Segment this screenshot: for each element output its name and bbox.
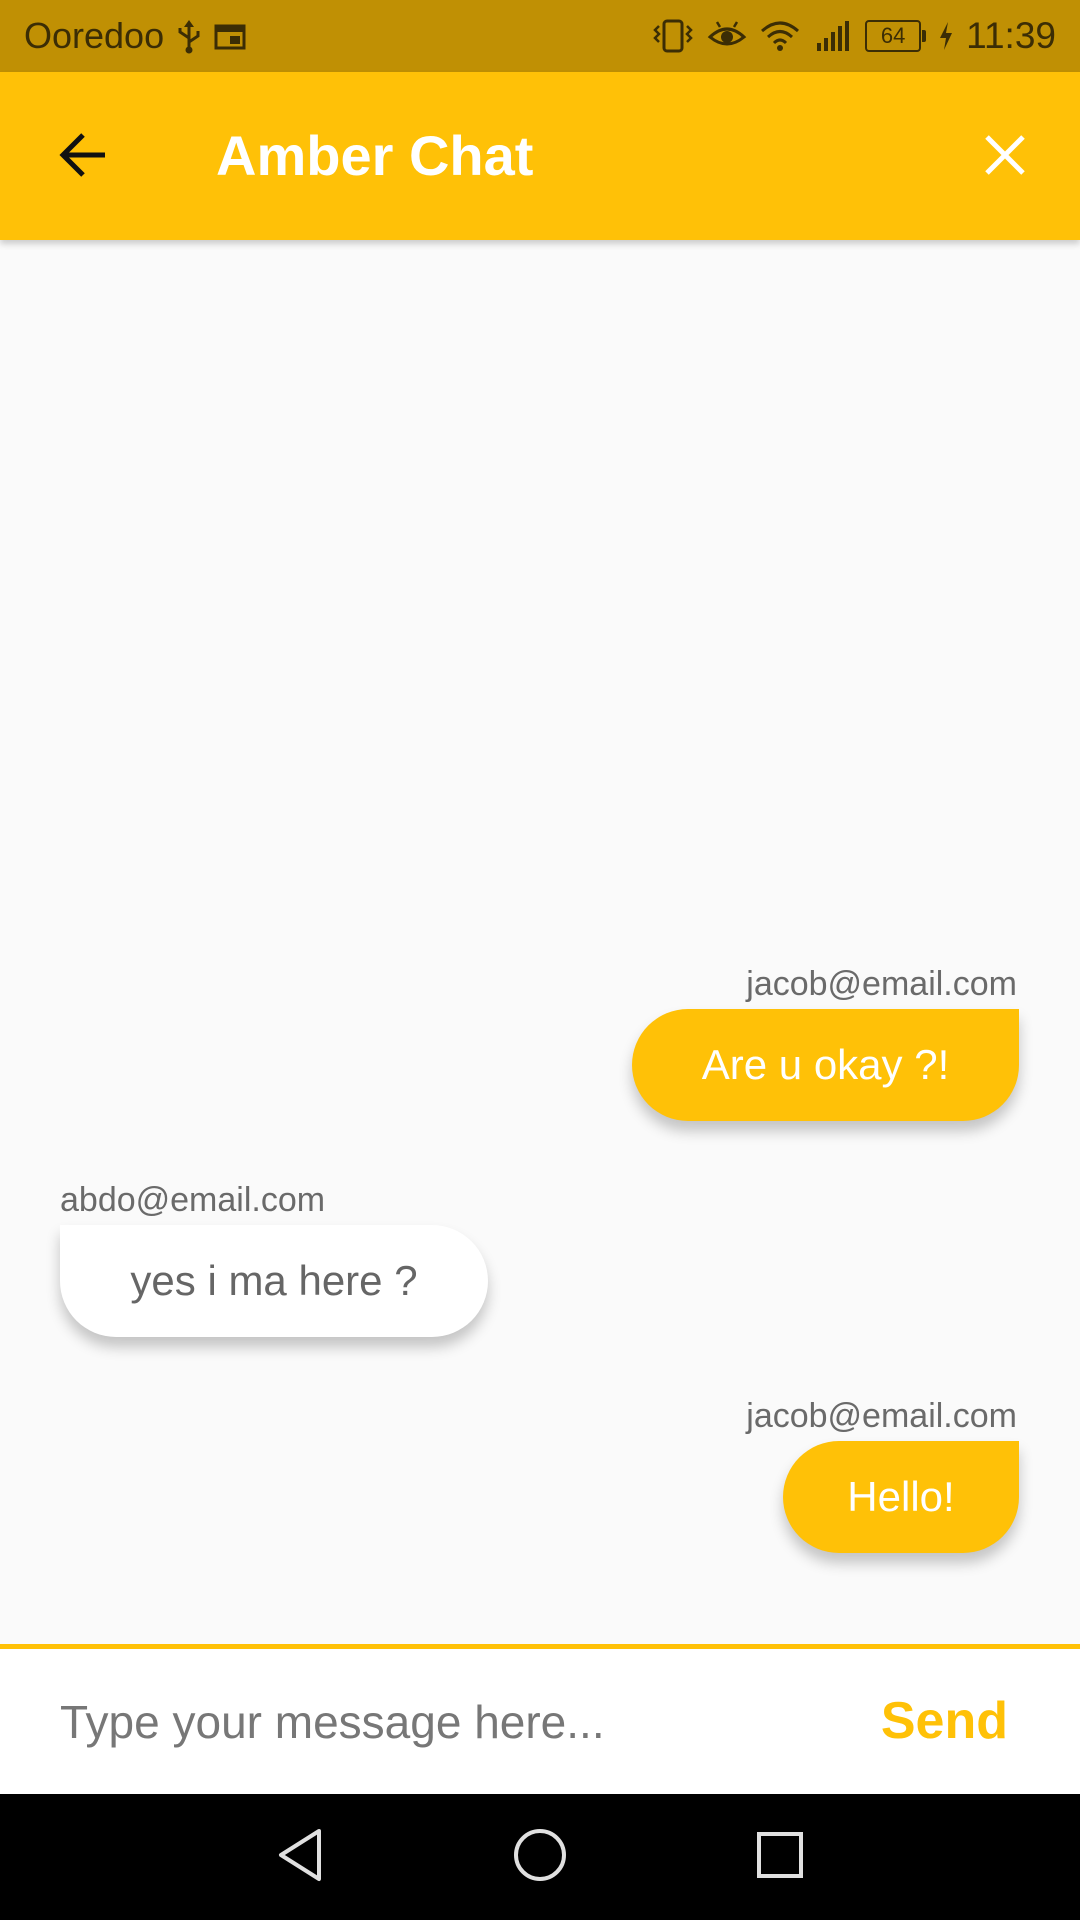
arrow-back-icon: [57, 131, 109, 184]
battery-icon: 64: [865, 20, 927, 52]
battery-level: 64: [865, 20, 922, 52]
message-sender: abdo@email.com: [60, 1181, 326, 1219]
message-sender: jacob@email.com: [746, 965, 1017, 1003]
send-button[interactable]: Send: [881, 1649, 1008, 1794]
close-button[interactable]: [970, 122, 1040, 192]
back-button[interactable]: [48, 122, 118, 192]
page-title: Amber Chat: [216, 124, 534, 187]
carrier-label: Ooredoo: [24, 15, 165, 56]
signal-icon: [813, 19, 853, 53]
system-nav-bar: [0, 1794, 1080, 1920]
message-bubble: Hello!: [783, 1441, 1019, 1553]
nav-back-button[interactable]: [265, 1822, 335, 1892]
wifi-icon: [759, 19, 801, 53]
calendar-icon: [214, 21, 246, 51]
status-time: 11:39: [966, 15, 1056, 56]
app-bar: Amber Chat: [0, 72, 1080, 240]
vibrate-icon: [651, 18, 695, 54]
message-bubble: Are u okay ?!: [632, 1009, 1019, 1121]
eye-icon: [707, 19, 747, 53]
message-input[interactable]: [60, 1649, 820, 1794]
nav-recents-button[interactable]: [745, 1822, 815, 1892]
message-bubble: yes i ma here ?: [60, 1225, 488, 1337]
status-bar: Ooredoo 64 11:39: [0, 0, 1080, 72]
charging-icon: [938, 20, 954, 52]
message-sender: jacob@email.com: [746, 1397, 1017, 1435]
nav-home-icon: [512, 1827, 568, 1888]
message-composer: Send: [0, 1644, 1080, 1794]
message-list: jacob@email.com Are u okay ?! abdo@email…: [0, 240, 1080, 1644]
nav-recents-icon: [755, 1830, 805, 1885]
chat-screen: Ooredoo 64 11:39 Amber Chat jacob@email.…: [0, 0, 1080, 1920]
status-right: 64 11:39: [651, 0, 1056, 72]
close-icon: [983, 133, 1027, 182]
status-left: Ooredoo: [24, 0, 246, 72]
nav-home-button[interactable]: [505, 1822, 575, 1892]
usb-icon: [176, 18, 202, 54]
nav-back-icon: [275, 1827, 325, 1888]
